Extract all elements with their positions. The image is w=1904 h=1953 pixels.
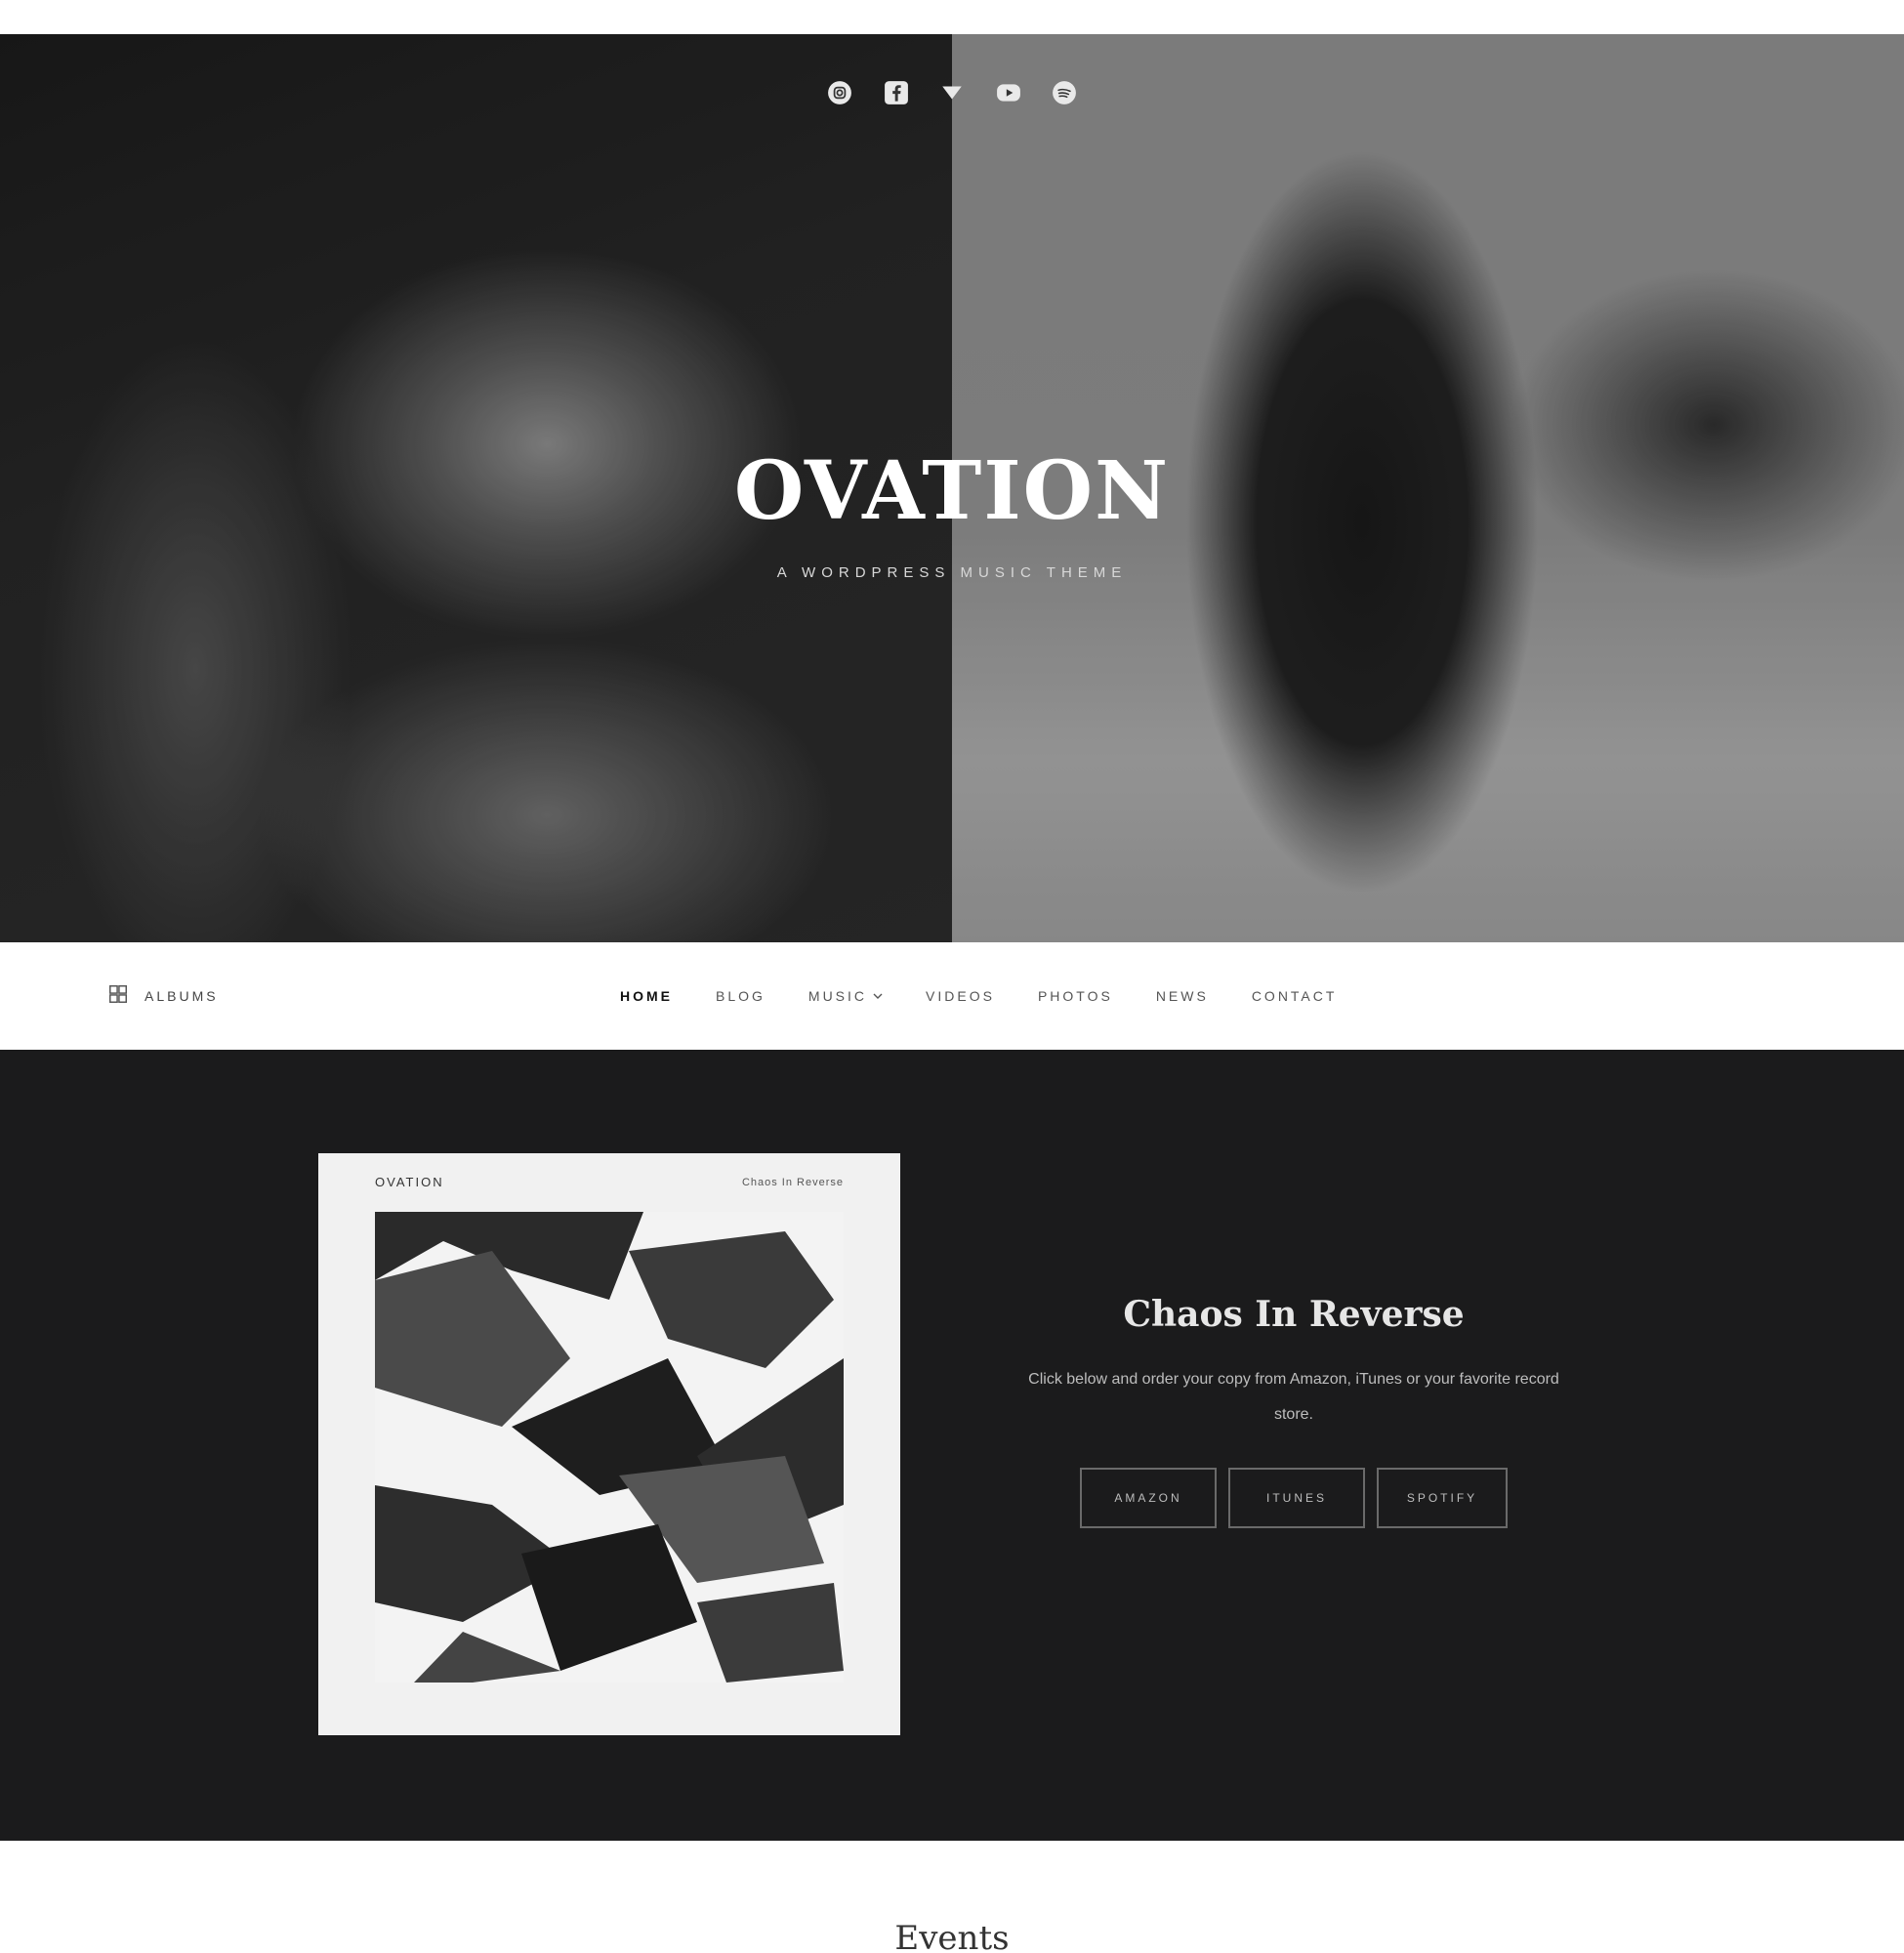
site-title[interactable]: OVATION [0, 444, 1904, 538]
albums-label: Albums [145, 988, 219, 1004]
featured-release: Ovation Chaos In Reverse Chaos In Revers… [0, 1050, 1904, 1841]
store-buttons: Amazon iTunes Spotify [1006, 1468, 1582, 1528]
albums-toggle[interactable]: Albums [107, 942, 219, 1050]
release-description: Click below and order your copy from Ama… [1028, 1371, 1559, 1423]
twitter-icon[interactable] [937, 78, 967, 107]
site-tagline: A Wordpress Music Theme [776, 564, 1128, 581]
album-cover[interactable]: Ovation Chaos In Reverse [318, 1153, 900, 1735]
nav-item-news[interactable]: News [1156, 988, 1209, 1004]
album-artwork [375, 1212, 844, 1683]
instagram-icon[interactable] [825, 78, 854, 107]
nav-item-home[interactable]: Home [620, 988, 673, 1004]
itunes-button[interactable]: iTunes [1228, 1468, 1365, 1528]
section-heading: Events [894, 1919, 1010, 1953]
nav-item-videos[interactable]: Videos [926, 988, 995, 1004]
youtube-icon[interactable] [994, 78, 1023, 107]
nav-item-photos[interactable]: Photos [1038, 988, 1113, 1004]
album-cover-artist: Ovation [375, 1175, 444, 1189]
nav-item-music-label: Music [807, 988, 868, 1004]
album-cover-title: Chaos In Reverse [741, 1177, 844, 1188]
release-title[interactable]: Chaos In Reverse [1006, 1294, 1582, 1335]
chevron-down-icon [873, 988, 883, 1004]
social-links [825, 75, 1079, 110]
amazon-button[interactable]: Amazon [1080, 1468, 1217, 1528]
hero-banner: OVATION A Wordpress Music Theme [0, 34, 1904, 942]
nav-item-blog[interactable]: Blog [716, 988, 766, 1004]
nav-item-contact[interactable]: Contact [1252, 988, 1338, 1004]
nav-item-music[interactable]: Music [808, 988, 883, 1004]
main-navigation: Albums Home Blog Music Videos Photos New… [0, 942, 1904, 1051]
spotify-icon[interactable] [1050, 78, 1079, 107]
nav-menu: Home Blog Music Videos Photos News Conta… [620, 942, 1337, 1050]
spotify-button[interactable]: Spotify [1377, 1468, 1508, 1528]
facebook-icon[interactable] [882, 78, 911, 107]
album-grid-icon [107, 983, 129, 1010]
release-info: Chaos In Reverse Click below and order y… [1006, 1294, 1582, 1528]
